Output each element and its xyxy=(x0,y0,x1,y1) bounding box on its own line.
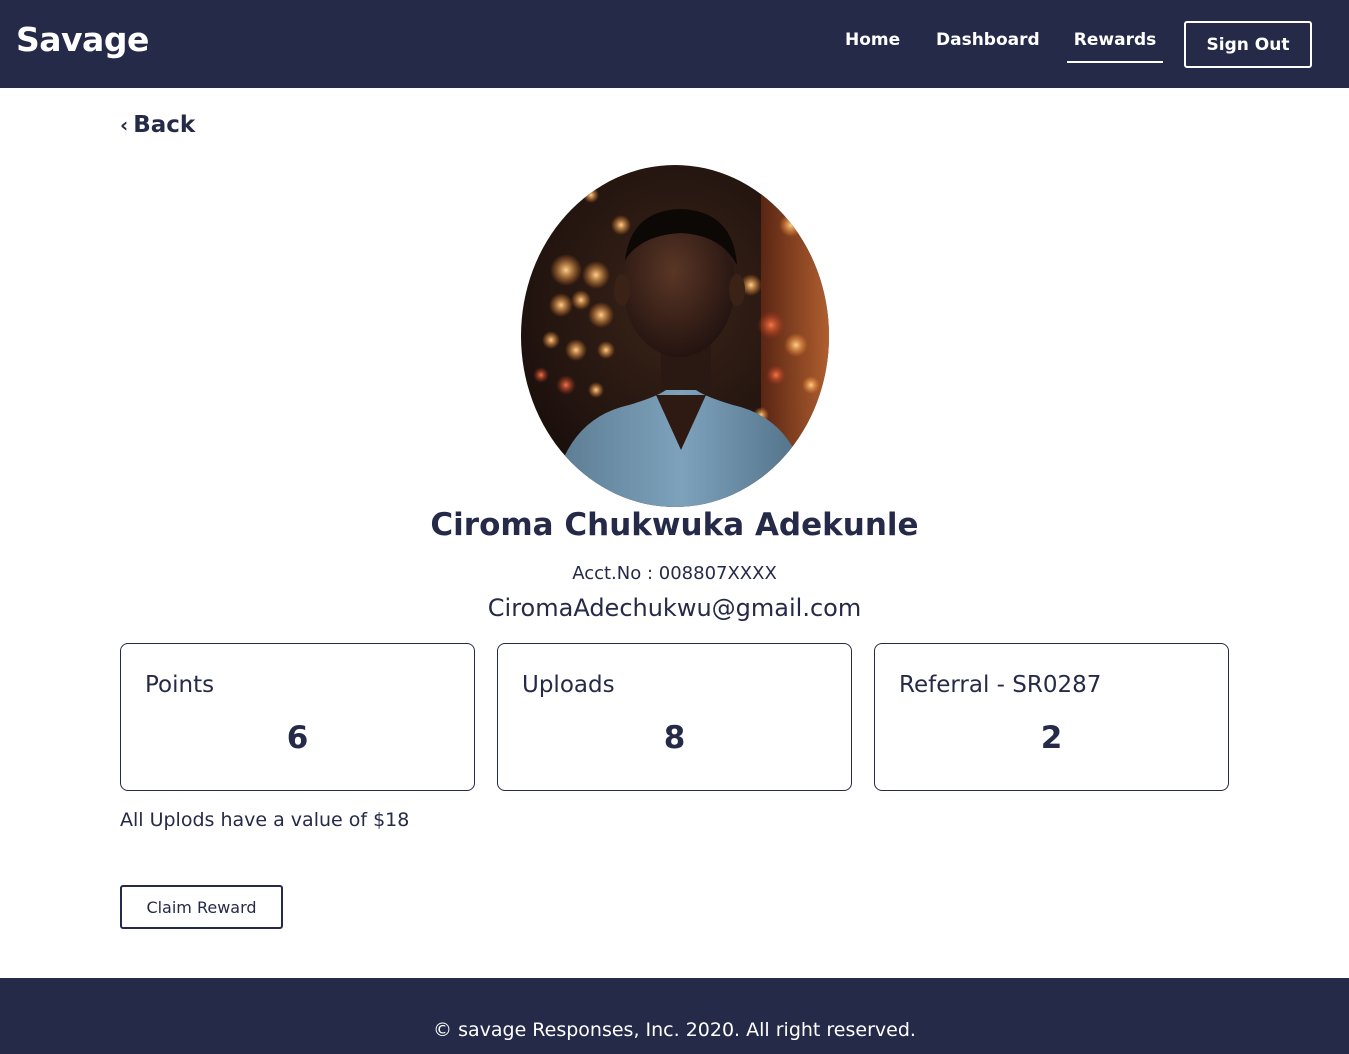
referral-label: Referral - SR0287 xyxy=(899,672,1102,698)
sign-out-button[interactable]: Sign Out xyxy=(1184,21,1312,68)
profile-avatar xyxy=(521,165,829,507)
referral-card: Referral - SR0287 2 xyxy=(874,643,1229,791)
brand-logo[interactable]: Savage xyxy=(16,20,149,59)
uploads-value-note: All Uplods have a value of $18 xyxy=(120,809,410,831)
page-footer: © savage Responses, Inc. 2020. All right… xyxy=(0,978,1349,1054)
copyright-text: © savage Responses, Inc. 2020. All right… xyxy=(433,1019,916,1041)
points-value: 6 xyxy=(286,720,309,756)
nav-dashboard-link[interactable]: Dashboard xyxy=(936,30,1040,50)
points-label: Points xyxy=(145,672,215,698)
uploads-label: Uploads xyxy=(522,672,615,698)
nav-home-link[interactable]: Home xyxy=(845,30,900,50)
claim-reward-button[interactable]: Claim Reward xyxy=(120,885,283,929)
referral-value: 2 xyxy=(1040,720,1063,756)
back-link[interactable]: ‹ Back xyxy=(120,112,195,138)
avatar-photo xyxy=(521,165,829,507)
back-label: Back xyxy=(133,112,196,138)
profile-email: CiromaAdechukwu@gmail.com xyxy=(487,594,862,622)
uploads-value: 8 xyxy=(663,720,686,756)
chevron-left-icon: ‹ xyxy=(120,113,129,137)
nav-rewards-link[interactable]: Rewards xyxy=(1067,30,1163,63)
top-navbar: Savage Home Dashboard Rewards Sign Out xyxy=(0,0,1349,88)
points-card: Points 6 xyxy=(120,643,475,791)
account-number: Acct.No : 008807XXXX xyxy=(572,563,777,584)
uploads-card: Uploads 8 xyxy=(497,643,852,791)
profile-name: Ciroma Chukwuka Adekunle xyxy=(430,507,919,543)
